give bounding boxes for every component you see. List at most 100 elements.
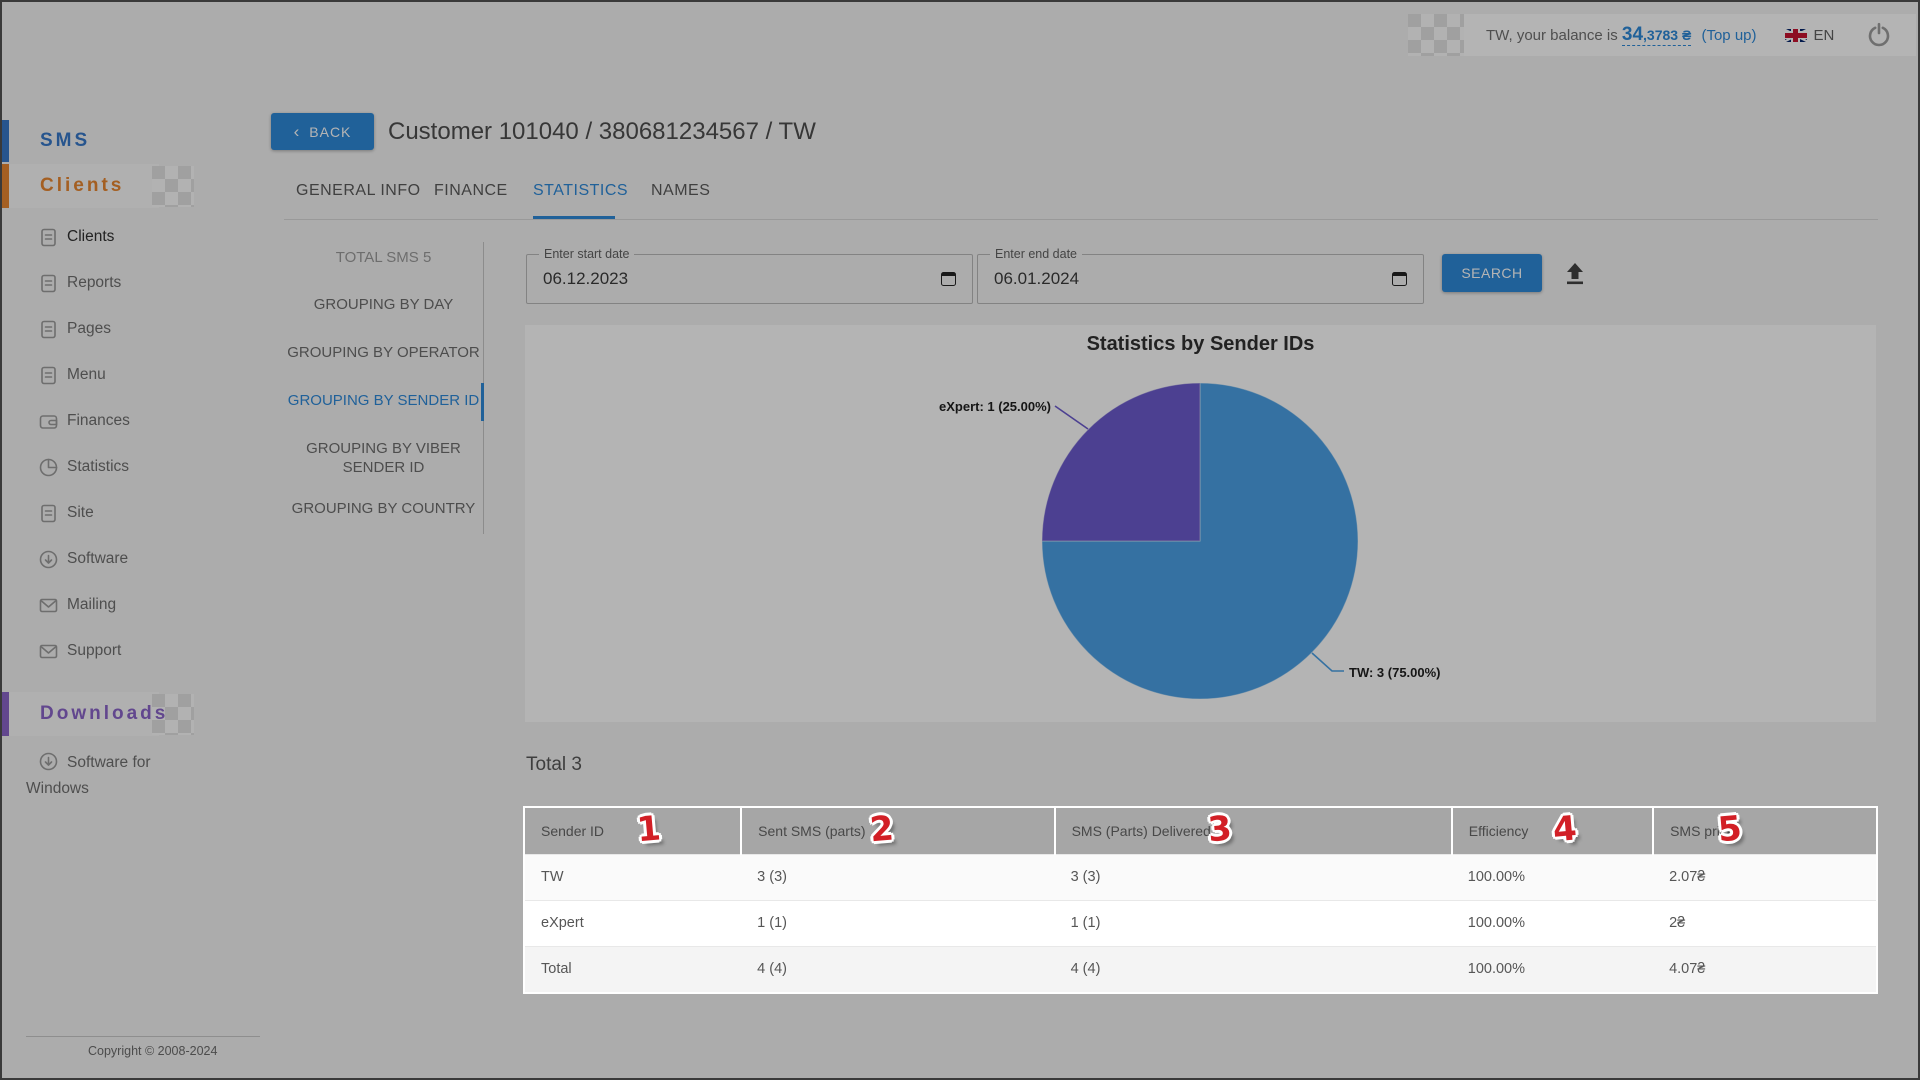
callout-number-4: 4 — [1551, 808, 1578, 850]
sidebar-item-label: Support — [67, 642, 121, 660]
end-date-value[interactable]: 06.01.2024 — [994, 269, 1392, 289]
table-row: TW 3 (3) 3 (3) 100.00% 2.07₴ — [525, 854, 1876, 900]
top-up-link[interactable]: (Top up) — [1701, 27, 1756, 44]
sidebar-section-label: SMS — [9, 130, 90, 152]
start-date-label: Enter start date — [539, 247, 634, 261]
subnav-total-sms: TOTAL SMS 5 — [284, 248, 483, 267]
tab-finance[interactable]: FINANCE — [434, 182, 508, 200]
file-icon — [38, 503, 59, 524]
cell-sms-price: 2.07₴ — [1653, 854, 1876, 900]
tab-statistics[interactable]: STATISTICS — [533, 182, 628, 200]
topbar: TW, your balance is 34,3783 ₴ (Top up) E… — [1464, 14, 1916, 56]
sidebar-section-downloads[interactable]: Downloads — [2, 692, 232, 736]
callout-number-2: 2 — [868, 808, 895, 850]
pixelated-redaction — [1408, 14, 1464, 56]
cell-sms-price: 4.07₴ — [1653, 946, 1876, 992]
sidebar-item-software[interactable]: Software — [2, 536, 232, 582]
wallet-icon — [38, 411, 59, 432]
cell-delivered: 1 (1) — [1055, 900, 1452, 946]
sidebar-section-sms[interactable]: SMS — [2, 120, 232, 162]
table-row: eXpert 1 (1) 1 (1) 100.00% 2₴ — [525, 900, 1876, 946]
cell-efficiency: 100.00% — [1452, 900, 1653, 946]
envelope-icon — [38, 595, 59, 616]
subnav-grouping-by-operator[interactable]: GROUPING BY OPERATOR — [284, 343, 483, 362]
balance-text: TW, your balance is 34,3783 ₴ (Top up) — [1486, 24, 1757, 46]
cell-sender-id: Total — [525, 946, 741, 992]
leader-line-tw — [1312, 653, 1344, 671]
sidebar-item-clients[interactable]: Clients — [2, 214, 232, 260]
sidebar-item-mailing[interactable]: Mailing — [2, 582, 232, 628]
cell-sender-id: eXpert — [525, 900, 741, 946]
cell-sender-id: TW — [525, 854, 741, 900]
cell-sent-sms: 1 (1) — [741, 900, 1054, 946]
sender-id-pie-chart-card: Statistics by Sender IDs eXpert: 1 (25.0… — [525, 325, 1876, 722]
language-selector[interactable]: EN — [1785, 27, 1835, 44]
back-button-label: BACK — [309, 124, 351, 140]
envelope-icon — [38, 641, 59, 662]
column-header-sms-price: SMS price5 — [1653, 808, 1876, 854]
sidebar-item-finances[interactable]: Finances — [2, 398, 232, 444]
calendar-icon[interactable] — [1392, 272, 1407, 286]
active-subnav-indicator — [481, 383, 484, 421]
page-title: Customer 101040 / 380681234567 / TW — [388, 118, 816, 146]
section-accent-bar — [2, 692, 9, 736]
sidebar-item-label: Clients — [67, 228, 114, 246]
uk-flag-icon — [1785, 29, 1807, 42]
sidebar-item-site[interactable]: Site — [2, 490, 232, 536]
sidebar-section-clients[interactable]: Clients — [2, 164, 232, 208]
statistics-subnav: TOTAL SMS 5 GROUPING BY DAY GROUPING BY … — [284, 242, 484, 534]
pie-slice-expert — [1042, 383, 1200, 541]
balance-amount[interactable]: 34,3783 ₴ — [1622, 27, 1691, 46]
sidebar-item-pages[interactable]: Pages — [2, 306, 232, 352]
tab-names[interactable]: NAMES — [651, 182, 710, 200]
sidebar-item-label: Site — [67, 504, 94, 522]
sidebar-item-menu[interactable]: Menu — [2, 352, 232, 398]
sidebar-section-label: Clients — [9, 175, 124, 197]
sidebar-item-label: Pages — [67, 320, 111, 338]
subnav-grouping-by-sender-id[interactable]: GROUPING BY SENDER ID — [284, 391, 483, 410]
cell-sms-price: 2₴ — [1653, 900, 1876, 946]
column-header-delivered: SMS (Parts) Delivered3 — [1055, 808, 1452, 854]
power-icon — [1864, 20, 1894, 50]
sidebar-item-label: Reports — [67, 274, 121, 292]
cell-efficiency: 100.00% — [1452, 854, 1653, 900]
leader-line-expert — [1055, 406, 1088, 429]
subnav-grouping-by-country[interactable]: GROUPING BY COUNTRY — [284, 499, 483, 518]
file-icon — [38, 365, 59, 386]
sidebar-item-label: Mailing — [67, 596, 116, 614]
subnav-grouping-by-day[interactable]: GROUPING BY DAY — [284, 295, 483, 314]
sender-stats-table: Sender ID1 Sent SMS (parts)2 SMS (Parts)… — [525, 808, 1876, 992]
callout-number-5: 5 — [1716, 808, 1743, 850]
callout-number-1: 1 — [635, 808, 662, 850]
sidebar-item-label: Menu — [67, 366, 106, 384]
table-row-total: Total 4 (4) 4 (4) 100.00% 4.07₴ — [525, 946, 1876, 992]
tab-general-info[interactable]: GENERAL INFO — [296, 182, 421, 200]
section-accent-bar — [2, 164, 9, 208]
sidebar-item-software-for-windows[interactable]: Software for Windows — [26, 750, 196, 802]
back-button[interactable]: ‹ BACK — [271, 113, 374, 150]
pixelated-redaction — [152, 166, 194, 207]
sidebar-item-reports[interactable]: Reports — [2, 260, 232, 306]
search-button[interactable]: SEARCH — [1442, 254, 1542, 292]
calendar-icon[interactable] — [941, 272, 956, 286]
sidebar-section-label: Downloads — [9, 703, 168, 725]
end-date-input[interactable]: Enter end date 06.01.2024 — [977, 254, 1424, 304]
export-upload-icon[interactable] — [1562, 260, 1588, 286]
sidebar-item-statistics[interactable]: Statistics — [2, 444, 232, 490]
sidebar-item-label: Software — [67, 550, 128, 568]
cell-efficiency: 100.00% — [1452, 946, 1653, 992]
column-header-sender-id: Sender ID1 — [525, 808, 741, 854]
sidebar-item-support[interactable]: Support — [2, 628, 232, 674]
start-date-value[interactable]: 06.12.2023 — [543, 269, 941, 289]
callout-number-3: 3 — [1206, 808, 1233, 850]
tabs-divider — [284, 219, 1878, 220]
cell-delivered: 3 (3) — [1055, 854, 1452, 900]
subnav-grouping-by-viber-sender-id[interactable]: GROUPING BY VIBER SENDER ID — [284, 439, 483, 477]
column-header-sent-sms: Sent SMS (parts)2 — [741, 808, 1054, 854]
pie-label-tw: TW: 3 (75.00%) — [1349, 665, 1441, 680]
pie-chart — [525, 325, 1876, 722]
cell-sent-sms: 4 (4) — [741, 946, 1054, 992]
start-date-input[interactable]: Enter start date 06.12.2023 — [526, 254, 973, 304]
logout-button[interactable] — [1864, 20, 1894, 50]
download-icon — [38, 549, 59, 570]
